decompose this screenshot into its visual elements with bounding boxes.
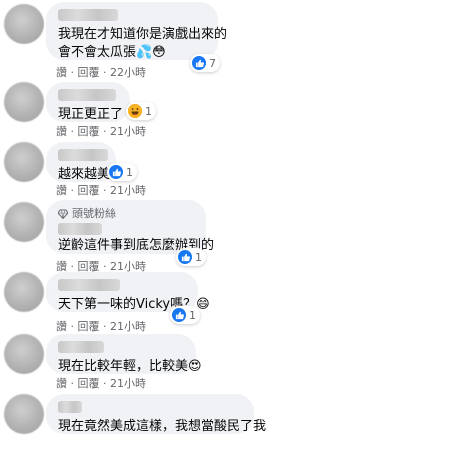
reaction-summary[interactable]: 1: [107, 163, 137, 181]
reaction-summary[interactable]: 7: [190, 54, 220, 72]
like-icon: [172, 308, 186, 322]
comment-text: 天下第一味的Vicky嗎？😄: [58, 296, 210, 314]
reaction-count: 1: [126, 165, 133, 179]
like-icon: [109, 165, 123, 179]
comment-bubble: 現正更正了: [46, 82, 130, 122]
like-link[interactable]: 讚: [56, 123, 67, 139]
reply-link[interactable]: 回覆: [78, 123, 100, 139]
haha-icon: [128, 104, 142, 118]
comment-text-line: 現在竟然美成這樣，我想當酸民了我: [58, 419, 267, 434]
separator: ·: [70, 184, 75, 197]
avatar[interactable]: [4, 4, 44, 44]
comment-text-line: 現正更正了: [58, 107, 124, 122]
badge-label: 頭號粉絲: [72, 207, 116, 220]
like-link[interactable]: 讚: [56, 375, 67, 391]
author-name-blurred[interactable]: [58, 89, 116, 101]
timestamp[interactable]: 21小時: [110, 375, 146, 391]
comment-bubble: 頭號粉絲 逆齡這件事到底怎麼辦到的: [46, 200, 215, 255]
comment-actions: 讚 · 回覆 · 22小時: [56, 64, 146, 80]
comment-bubble: 現在比較年輕，比較美😍: [46, 334, 202, 376]
timestamp[interactable]: 21小時: [110, 123, 146, 139]
separator: ·: [103, 184, 107, 197]
like-icon: [178, 250, 192, 264]
comment-bubble: 越來越美: [46, 142, 116, 182]
comment-text: 現在竟然美成這樣，我想當酸民了我: [58, 418, 267, 436]
top-fan-badge: 頭號粉絲: [58, 207, 194, 221]
like-link[interactable]: 讚: [56, 182, 67, 198]
avatar[interactable]: [4, 272, 44, 312]
timestamp[interactable]: 21小時: [110, 182, 146, 198]
reaction-count: 1: [145, 104, 152, 118]
author-name-blurred[interactable]: [58, 279, 120, 291]
timestamp[interactable]: 21小時: [110, 318, 146, 334]
comment-text: 現在比較年輕，比較美😍: [58, 358, 202, 376]
avatar[interactable]: [4, 394, 44, 434]
avatar[interactable]: [4, 82, 44, 122]
separator: ·: [70, 125, 75, 138]
separator: ·: [70, 320, 75, 333]
reply-link[interactable]: 回覆: [78, 318, 100, 334]
comment-text-line: 現在比較年輕，比較美😍: [58, 359, 202, 374]
separator: ·: [103, 66, 107, 79]
separator: ·: [70, 66, 75, 79]
separator: ·: [103, 125, 107, 138]
comment-actions: 讚 · 回覆 · 21小時: [56, 318, 146, 334]
separator: ·: [70, 377, 75, 390]
avatar[interactable]: [4, 142, 44, 182]
reaction-count: 7: [209, 56, 216, 70]
reaction-summary[interactable]: 1: [170, 306, 200, 324]
timestamp[interactable]: 22小時: [110, 64, 146, 80]
separator: ·: [103, 377, 107, 390]
reply-link[interactable]: 回覆: [78, 182, 100, 198]
separator: ·: [103, 320, 107, 333]
comment-actions: 讚 · 回覆 · 21小時: [56, 123, 146, 139]
author-name-blurred[interactable]: [58, 9, 118, 21]
avatar[interactable]: [4, 334, 44, 374]
comment-text-line: 逆齡這件事到底怎麼辦到的: [58, 238, 215, 253]
like-icon: [192, 56, 206, 70]
avatar[interactable]: [4, 202, 44, 242]
author-name-blurred[interactable]: [58, 341, 104, 353]
comment-text-line: 天下第一味的Vicky嗎？😄: [58, 297, 210, 312]
diamond-icon: [58, 209, 68, 219]
reaction-count: 1: [189, 308, 196, 322]
like-link[interactable]: 讚: [56, 64, 67, 80]
comment-actions: 讚 · 回覆 · 21小時: [56, 375, 146, 391]
reaction-count: 1: [195, 250, 202, 264]
reply-link[interactable]: 回覆: [78, 64, 100, 80]
comment-text: 我現在才知道你是演戲出來的 會不會太瓜張💦😳: [58, 26, 228, 62]
comment-text: 現正更正了: [58, 106, 124, 124]
comment-text: 逆齡這件事到底怎麼辦到的: [58, 221, 215, 255]
reaction-summary[interactable]: 1: [176, 248, 206, 266]
comment-actions: 讚 · 回覆 · 21小時: [56, 182, 146, 198]
comment-bubble: 現在竟然美成這樣，我想當酸民了我: [46, 394, 267, 436]
author-name-blurred[interactable]: [58, 149, 108, 161]
reaction-summary[interactable]: 1: [126, 102, 156, 120]
author-name-blurred[interactable]: [58, 401, 82, 413]
comment-text-line: 我現在才知道你是演戲出來的: [58, 27, 228, 42]
like-link[interactable]: 讚: [56, 318, 67, 334]
comment-text-line: 會不會太瓜張💦😳: [58, 45, 166, 60]
comment-bubble: 我現在才知道你是演戲出來的 會不會太瓜張💦😳: [46, 2, 228, 62]
reply-link[interactable]: 回覆: [78, 375, 100, 391]
